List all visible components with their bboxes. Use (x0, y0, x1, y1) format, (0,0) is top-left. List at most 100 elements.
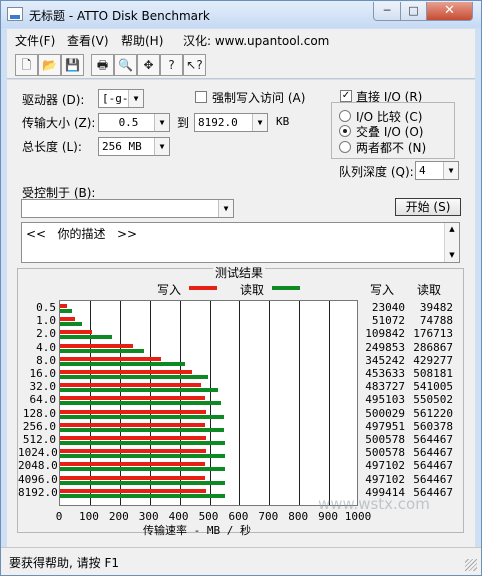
write-bar (60, 449, 207, 454)
read-bar (60, 441, 225, 445)
y-tick-label: 4096.0 (18, 472, 58, 486)
chart-gridline (239, 301, 241, 505)
menu-localization[interactable]: 汉化: www.upantool.com (183, 32, 329, 49)
read-value: 561220 (413, 406, 453, 420)
read-value: 564467 (413, 446, 453, 460)
print-icon[interactable]: 🖶 (91, 54, 114, 76)
read-bar (60, 454, 225, 459)
write-bar (60, 436, 207, 440)
transfer-size-from-select[interactable]: 0.5 ▼ (98, 113, 170, 132)
write-bar (60, 422, 206, 427)
resize-grip-icon[interactable] (465, 559, 477, 571)
total-length-select[interactable]: 256 MB ▼ (98, 137, 170, 156)
read-bar (60, 467, 225, 472)
help-icon[interactable]: ? (160, 54, 183, 76)
chevron-down-icon: ▼ (128, 90, 143, 107)
overlap-io-label: 交叠 I/O (O) (356, 125, 424, 139)
write-value: 500578 (365, 433, 405, 446)
write-bar (60, 475, 206, 480)
y-tick-label: 2.0 (36, 327, 56, 341)
write-bar (60, 343, 133, 348)
app-icon (7, 7, 23, 21)
start-button[interactable]: 开始 (S) (395, 198, 461, 216)
io-compare-radio[interactable] (339, 110, 351, 122)
menu-help[interactable]: 帮助(H) (121, 32, 163, 49)
chevron-down-icon: ▼ (154, 114, 169, 131)
overlap-io-radio[interactable] (339, 125, 351, 137)
minimize-button[interactable]: ─ (373, 2, 401, 21)
y-tick-label: 8.0 (36, 353, 56, 367)
description-text: << 你的描述 >> (26, 227, 138, 241)
scroll-down-icon[interactable]: ▼ (445, 249, 459, 262)
force-write-label: 强制写入访问 (A) (212, 91, 306, 105)
y-tick-label: 1024.0 (18, 446, 58, 460)
write-bar (60, 356, 161, 361)
read-value: 286867 (413, 340, 453, 354)
read-bar (60, 427, 224, 432)
write-bar (60, 370, 193, 374)
write-bar (60, 462, 206, 467)
toolbar: 🗋 📂 💾 🖶 🔍 ✥ ? ↖? (7, 51, 475, 79)
write-value: 497951 (365, 419, 405, 433)
chevron-down-icon: ▼ (252, 114, 267, 131)
read-bar (60, 348, 144, 353)
write-legend-swatch (189, 286, 217, 290)
context-help-icon[interactable]: ↖? (183, 54, 206, 76)
description-textarea[interactable]: << 你的描述 >> ▲ ▼ (21, 222, 460, 263)
neither-radio[interactable] (339, 141, 351, 153)
read-bar (60, 480, 225, 485)
menu-view[interactable]: 查看(V) (67, 32, 109, 49)
scroll-up-icon[interactable]: ▲ (445, 223, 459, 236)
menu-file[interactable]: 文件(F) (15, 32, 55, 49)
force-write-checkbox[interactable] (195, 91, 207, 103)
move-icon[interactable]: ✥ (137, 54, 160, 76)
maximize-button[interactable]: □ (400, 2, 427, 21)
controlled-by-select[interactable]: ▼ (21, 199, 234, 218)
close-button[interactable]: ✕ (426, 2, 473, 21)
write-bar (60, 317, 75, 322)
read-value: 74788 (419, 314, 453, 328)
drive-label: 驱动器 (D): (22, 93, 85, 107)
drive-select[interactable]: [-g-] ▼ (98, 89, 144, 108)
x-axis-title: 传输速率 - MB / 秒 (143, 524, 251, 537)
write-bar (60, 330, 93, 335)
read-bar (60, 493, 225, 498)
y-tick-label: 1.0 (36, 314, 56, 328)
watermark: www.wstx.com (318, 495, 430, 513)
read-legend-swatch (272, 286, 300, 290)
read-bar (60, 309, 72, 313)
read-bar (60, 361, 186, 366)
transfer-size-label: 传输大小 (Z): (22, 116, 96, 130)
new-file-icon[interactable]: 🗋 (15, 54, 38, 76)
y-tick-label: 32.0 (29, 380, 57, 394)
transfer-size-to-select[interactable]: 8192.0 ▼ (194, 113, 268, 132)
queue-depth-select[interactable]: 4 ▼ (415, 161, 459, 180)
window-title: 无标题 - ATTO Disk Benchmark (29, 9, 210, 23)
read-value: 541005 (413, 380, 453, 394)
write-value: 51072 (371, 314, 405, 328)
write-bar (60, 304, 67, 308)
open-folder-icon[interactable]: 📂 (38, 54, 61, 76)
direct-io-checkbox[interactable]: ✓ (340, 90, 352, 102)
read-bar (60, 414, 224, 419)
y-tick-label: 64.0 (29, 393, 57, 407)
print-preview-icon[interactable]: 🔍 (114, 54, 137, 76)
read-value: 429277 (413, 353, 453, 367)
title-bar[interactable]: 无标题 - ATTO Disk Benchmark ─ □ ✕ (1, 1, 481, 28)
write-value: 23040 (371, 301, 405, 314)
neither-label: 两者都不 (N) (356, 141, 427, 155)
chart-gridline (329, 301, 331, 505)
save-icon[interactable]: 💾 (61, 54, 84, 76)
read-legend-label: 读取 (240, 283, 265, 297)
read-bar (60, 335, 112, 340)
read-value: 564467 (413, 459, 453, 473)
write-value: 497102 (365, 472, 405, 486)
write-legend-label: 写入 (157, 283, 182, 297)
y-tick-label: 2048.0 (18, 459, 58, 473)
y-tick-label: 128.0 (22, 406, 56, 420)
description-scrollbar[interactable]: ▲ ▼ (444, 223, 459, 262)
read-value: 39482 (419, 301, 453, 314)
status-text: 要获得帮助, 请按 F1 (9, 556, 119, 570)
write-value: 497102 (365, 459, 405, 473)
read-value: 550502 (413, 393, 453, 407)
